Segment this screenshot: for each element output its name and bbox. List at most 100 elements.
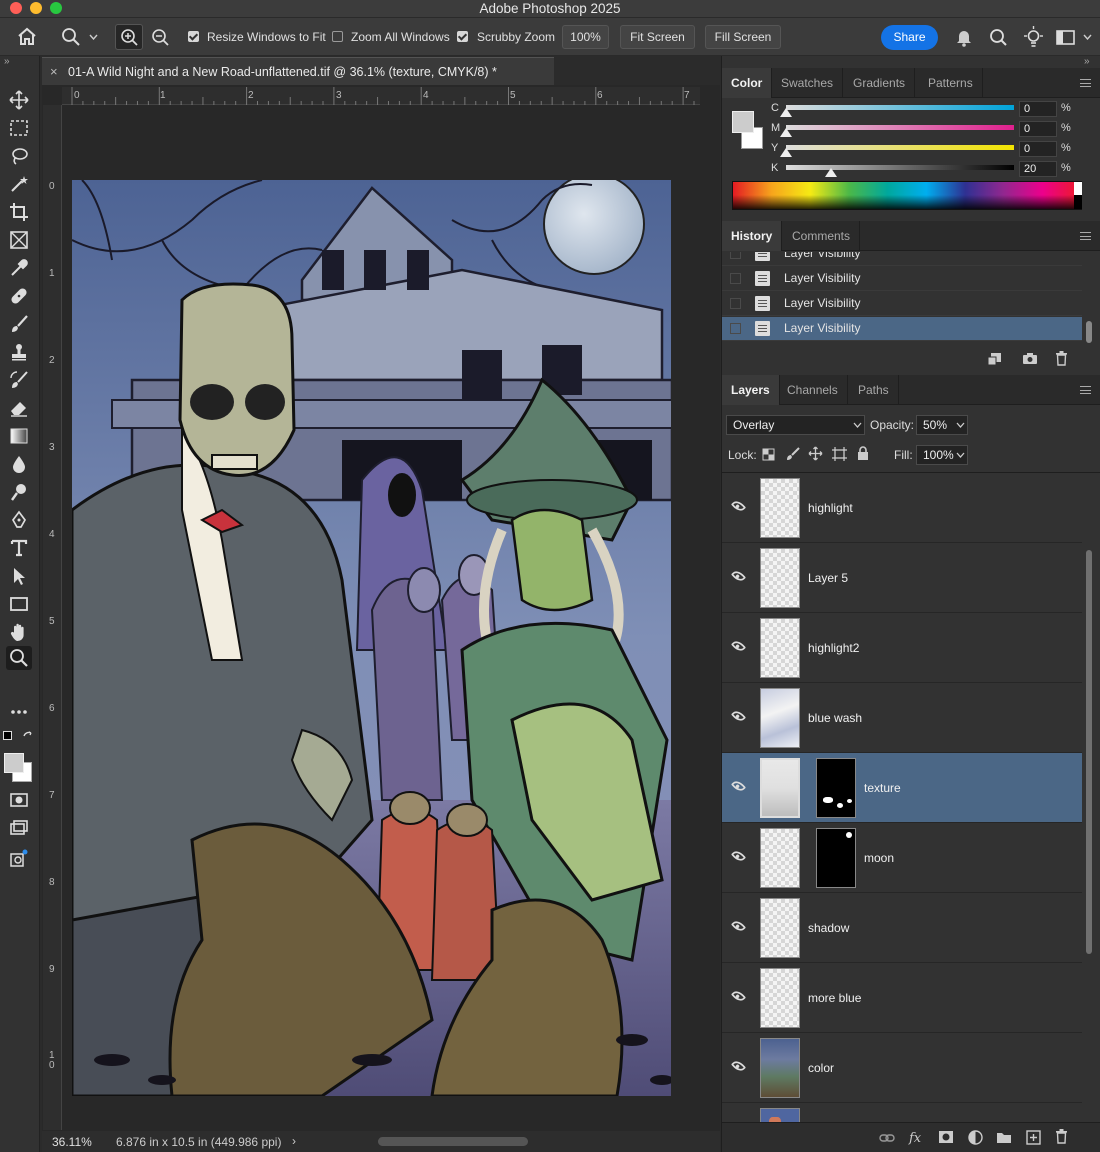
history-item[interactable]: Layer Visibility — [722, 292, 1082, 316]
history-scrollbar[interactable] — [1086, 321, 1092, 343]
delete-layer-icon[interactable] — [1055, 1129, 1068, 1144]
collapse-toolbar-icon[interactable]: » — [4, 56, 10, 67]
layer-name[interactable]: more blue — [808, 991, 861, 1005]
layer-row[interactable] — [722, 1103, 1082, 1122]
layer-thumbnail[interactable] — [760, 548, 800, 608]
slider-track[interactable] — [786, 105, 1014, 110]
bell-icon[interactable] — [955, 28, 973, 47]
camera-icon[interactable] — [1022, 352, 1038, 365]
layer-name[interactable]: Layer 5 — [808, 571, 848, 585]
quick-mask-button[interactable] — [6, 788, 32, 812]
eye-icon[interactable] — [730, 568, 747, 584]
home-icon[interactable] — [17, 27, 37, 46]
brush-tool[interactable] — [6, 312, 32, 336]
marquee-tool[interactable] — [6, 116, 32, 140]
eye-icon[interactable] — [730, 988, 747, 1004]
history-brush-tool[interactable] — [6, 368, 32, 392]
layer-mask-thumbnail[interactable] — [816, 828, 856, 888]
search-icon[interactable] — [989, 28, 1008, 47]
move-tool[interactable] — [6, 88, 32, 112]
tab-paths[interactable]: Paths — [849, 375, 899, 405]
close-document-icon[interactable]: × — [50, 64, 58, 79]
link-icon[interactable] — [879, 1132, 895, 1144]
swap-colors-icon[interactable] — [22, 731, 34, 743]
tab-patterns[interactable]: Patterns — [919, 68, 983, 98]
opacity-input[interactable]: 50% — [916, 415, 968, 435]
share-button[interactable]: Share — [881, 25, 938, 50]
layer-thumbnail[interactable] — [760, 828, 800, 888]
chevron-down-icon[interactable] — [1083, 34, 1092, 40]
zoom-out-icon[interactable] — [151, 28, 171, 48]
slider-track[interactable] — [786, 145, 1014, 150]
eyedropper-tool[interactable] — [6, 256, 32, 280]
hand-tool[interactable] — [6, 620, 32, 644]
layer-row-selected[interactable]: texture — [722, 753, 1082, 823]
eye-icon[interactable] — [730, 498, 747, 514]
history-snapshot-checkbox[interactable] — [730, 252, 741, 259]
layer-thumbnail[interactable] — [760, 1038, 800, 1098]
slider-thumb[interactable] — [780, 108, 792, 117]
tab-swatches[interactable]: Swatches — [772, 68, 844, 98]
history-snapshot-checkbox[interactable] — [730, 298, 741, 309]
slider-thumb[interactable] — [825, 168, 837, 177]
zoom-tool[interactable] — [6, 646, 32, 670]
history-snapshot-checkbox[interactable] — [730, 273, 741, 284]
foreground-color-swatch[interactable] — [4, 753, 24, 773]
layers-scrollbar[interactable] — [1086, 550, 1092, 954]
layer-row[interactable]: highlight — [722, 473, 1082, 543]
adjustment-layer-icon[interactable] — [968, 1130, 983, 1145]
fill-screen-button[interactable]: Fill Screen — [705, 25, 781, 49]
tab-layers[interactable]: Layers — [722, 375, 780, 405]
eye-icon[interactable] — [730, 778, 747, 794]
blur-tool[interactable] — [6, 452, 32, 476]
zoom-level[interactable]: 36.11% — [52, 1135, 92, 1149]
document-tab[interactable]: × 01-A Wild Night and a New Road-unflatt… — [42, 57, 554, 85]
layer-row[interactable]: more blue — [722, 963, 1082, 1033]
layer-row[interactable]: moon — [722, 823, 1082, 893]
lightbulb-icon[interactable] — [1023, 26, 1044, 48]
layer-row[interactable]: shadow — [722, 893, 1082, 963]
slider-value[interactable]: 0 — [1019, 121, 1057, 137]
layer-name[interactable]: highlight — [808, 501, 853, 515]
layer-thumbnail[interactable] — [760, 968, 800, 1028]
history-panel-menu-icon[interactable] — [1080, 232, 1091, 240]
history-snapshot-checkbox[interactable] — [730, 323, 741, 334]
history-item[interactable]: Layer Visibility — [722, 252, 1082, 266]
lock-artboard-icon[interactable] — [832, 447, 847, 461]
layer-name[interactable]: highlight2 — [808, 641, 859, 655]
scrubby-zoom-checkbox[interactable] — [457, 31, 468, 42]
tab-gradients[interactable]: Gradients — [844, 68, 916, 98]
layer-name[interactable]: color — [808, 1061, 834, 1075]
slider-magenta[interactable]: M 0 % — [722, 120, 1100, 140]
tab-history[interactable]: History — [722, 221, 783, 251]
slider-value[interactable]: 0 — [1019, 101, 1057, 117]
generative-tool[interactable] — [6, 846, 32, 870]
default-colors-icon[interactable] — [3, 731, 12, 740]
zoom-all-windows-checkbox[interactable] — [332, 31, 343, 42]
lock-position-icon[interactable] — [808, 446, 823, 461]
screen-mode-button[interactable] — [6, 816, 32, 840]
layer-row[interactable]: highlight2 — [722, 613, 1082, 683]
slider-track[interactable] — [786, 165, 1014, 170]
status-menu-arrow[interactable]: › — [292, 1134, 296, 1148]
history-item[interactable]: Layer Visibility — [722, 267, 1082, 291]
fx-icon[interactable]: fx — [908, 1129, 928, 1145]
collapse-panels-icon[interactable]: » — [1084, 56, 1090, 67]
slider-thumb[interactable] — [780, 148, 792, 157]
path-selection-tool[interactable] — [6, 564, 32, 588]
gradient-tool[interactable] — [6, 424, 32, 448]
eye-icon[interactable] — [730, 708, 747, 724]
layer-thumbnail[interactable] — [760, 618, 800, 678]
zoom-tool-icon[interactable] — [61, 27, 81, 47]
type-tool[interactable] — [6, 536, 32, 560]
layer-thumbnail[interactable] — [760, 688, 800, 748]
slider-black[interactable]: K 20 % — [722, 160, 1100, 180]
eye-icon[interactable] — [730, 918, 747, 934]
zoom-percent-button[interactable]: 100% — [562, 25, 609, 49]
eraser-tool[interactable] — [6, 396, 32, 420]
layer-thumbnail[interactable] — [760, 898, 800, 958]
new-document-from-state-icon[interactable] — [987, 352, 1002, 366]
layer-name[interactable]: moon — [864, 851, 894, 865]
slider-yellow[interactable]: Y 0 % — [722, 140, 1100, 160]
tab-channels[interactable]: Channels — [778, 375, 848, 405]
